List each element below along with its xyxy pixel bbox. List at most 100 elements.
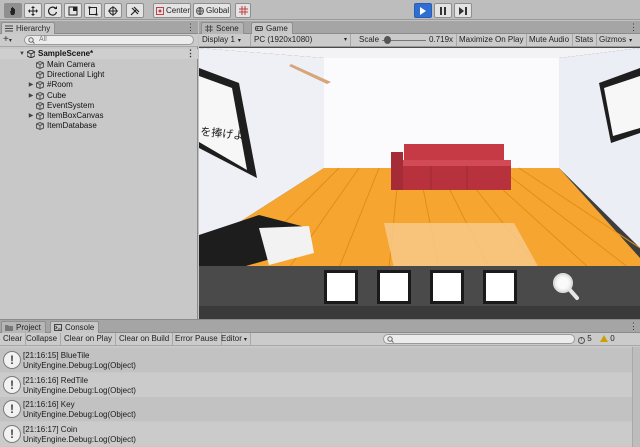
chevron-down-icon: ▾	[343, 37, 347, 43]
custom-tool-button[interactable]	[126, 3, 144, 18]
console-menu-icon[interactable]: ⋮	[629, 321, 638, 332]
expand-arrow-icon[interactable]: ▶	[27, 91, 35, 101]
editor-dropdown[interactable]: Editor ▾	[218, 333, 251, 345]
display-dropdown[interactable]: Display 1 ▾	[199, 34, 251, 46]
display-label: Display 1	[202, 35, 235, 44]
game-menu-icon[interactable]: ⋮	[629, 22, 638, 33]
gizmos-label: Gizmos	[599, 35, 627, 44]
tab-scene[interactable]: Scene	[201, 22, 244, 34]
error-pause-toggle[interactable]: Error Pause	[172, 333, 222, 345]
expand-arrow-icon[interactable]: ▶	[27, 80, 35, 90]
item-slot-inner	[380, 273, 408, 301]
hierarchy-item[interactable]: ItemDatabase	[0, 121, 198, 131]
pause-icon	[440, 6, 446, 15]
stats-toggle[interactable]: Stats	[572, 34, 598, 46]
transform-tool-button[interactable]	[104, 3, 122, 18]
move-tool-button[interactable]	[24, 3, 42, 18]
item-slot-inner	[433, 273, 461, 301]
space-label: Global	[206, 6, 230, 15]
sofa	[391, 144, 511, 190]
hierarchy-item-label: ItemBoxCanvas	[47, 111, 104, 120]
mute-audio-toggle[interactable]: Mute Audio	[526, 34, 574, 46]
hierarchy-search-input[interactable]: All	[24, 35, 194, 45]
game-viewport[interactable]: を捧げよ	[199, 48, 640, 319]
clear-on-build-toggle[interactable]: Clear on Build	[116, 333, 174, 345]
clear-on-play-toggle[interactable]: Clear on Play	[61, 333, 117, 345]
warning-count-toggle[interactable]: 0	[600, 334, 620, 344]
info-icon: !	[3, 424, 21, 443]
rect-icon	[88, 6, 98, 15]
rotate-tool-button[interactable]	[44, 3, 62, 18]
collapse-toggle[interactable]: Collapse	[23, 333, 62, 345]
space-global-toggle[interactable]: Global	[193, 3, 231, 18]
hierarchy-tabbar: Hierarchy ⋮	[0, 21, 198, 34]
grid-snap-icon	[238, 6, 248, 15]
gameobject-icon	[36, 81, 44, 90]
globe-icon	[196, 6, 204, 15]
expand-arrow-icon[interactable]: ▼	[18, 49, 26, 59]
hierarchy-menu-icon[interactable]: ⋮	[186, 22, 195, 33]
move-icon	[28, 5, 38, 16]
hierarchy-item-label: ItemDatabase	[47, 121, 97, 131]
hierarchy-item-label: Cube	[47, 90, 67, 100]
tab-project[interactable]: Project	[1, 321, 46, 333]
resolution-dropdown[interactable]: PC (1920x1080) ▾	[251, 34, 351, 46]
item-bar	[199, 266, 640, 306]
maximize-on-play-toggle[interactable]: Maximize On Play	[456, 34, 528, 46]
hierarchy-item[interactable]: ▶ Cube	[0, 91, 198, 101]
pivot-label: Center	[165, 6, 190, 15]
log-stacktrace: UnityEngine.Debug:Log(Object)	[23, 385, 136, 395]
item-slot-inner	[327, 273, 355, 301]
console-search-input[interactable]	[383, 334, 575, 344]
pivot-center-toggle[interactable]: Center	[153, 3, 191, 18]
hierarchy-item[interactable]: ▶ ItemBoxCanvas	[0, 111, 198, 121]
hierarchy-item[interactable]: Main Camera	[0, 60, 198, 70]
hierarchy-item[interactable]: ▶ #Room	[0, 80, 198, 90]
chevron-down-icon: ▾	[237, 38, 241, 44]
hierarchy-item-label: #Room	[47, 80, 73, 90]
console-log-entry[interactable]: ! [21:16:16] Key UnityEngine.Debug:Log(Obj…	[0, 397, 632, 421]
rect-tool-button[interactable]	[84, 3, 102, 18]
log-message: [21:16:16] RedTile	[23, 375, 89, 385]
expand-arrow-icon[interactable]: ▶	[27, 111, 35, 121]
log-message: [21:16:17] Coin	[23, 424, 78, 434]
rotate-icon	[48, 5, 58, 16]
hierarchy-item[interactable]: EventSystem	[0, 101, 198, 111]
tab-game[interactable]: Game	[251, 22, 293, 34]
play-icon	[420, 6, 426, 15]
grid-icon	[205, 25, 213, 32]
search-icon	[387, 336, 394, 343]
hand-tool-button[interactable]	[4, 3, 22, 18]
play-button[interactable]	[414, 3, 432, 18]
tab-hierarchy[interactable]: Hierarchy	[1, 22, 56, 34]
scene-menu-icon[interactable]: ⋮	[186, 48, 195, 59]
tab-console[interactable]: Console	[50, 321, 100, 333]
console-log-entry[interactable]: ! [21:16:15] BlueTile UnityEngine.Debug:Lo…	[0, 348, 632, 372]
scene-row[interactable]: ▼ SampleScene* ⋮	[0, 48, 198, 59]
main-toolbar: Center Global	[0, 0, 640, 20]
info-icon: !	[578, 337, 585, 344]
chevron-down-icon: ▾	[629, 38, 633, 44]
tab-game-label: Game	[266, 24, 288, 33]
gizmos-dropdown[interactable]: Gizmos ▾	[596, 34, 635, 46]
hierarchy-item-label: Directional Light	[47, 70, 105, 80]
list-icon	[5, 25, 13, 32]
scene-name: SampleScene*	[38, 49, 94, 58]
step-button[interactable]	[454, 3, 472, 18]
console-log-entry[interactable]: ! [21:16:17] Coin UnityEngine.Debug:Log(Ob…	[0, 421, 632, 446]
scale-label: Scale	[359, 35, 380, 44]
item-slot-inner	[486, 273, 514, 301]
pause-button[interactable]	[434, 3, 452, 18]
scale-slider-thumb[interactable]	[384, 36, 392, 44]
message-count-toggle[interactable]: ! 5	[578, 334, 598, 344]
console-log-entry[interactable]: ! [21:16:16] RedTile UnityEngine.Debug:Log…	[0, 372, 632, 397]
hierarchy-item[interactable]: Directional Light	[0, 70, 198, 80]
create-dropdown[interactable]: +▾	[3, 34, 21, 46]
chevron-down-icon: ▾	[243, 337, 247, 343]
grid-snap-button[interactable]	[235, 3, 251, 18]
search-placeholder: All	[39, 36, 47, 43]
game-render: を捧げよ	[199, 48, 640, 319]
console-scrollbar[interactable]	[632, 347, 640, 447]
info-icon: !	[3, 351, 21, 369]
scale-tool-button[interactable]	[64, 3, 82, 18]
